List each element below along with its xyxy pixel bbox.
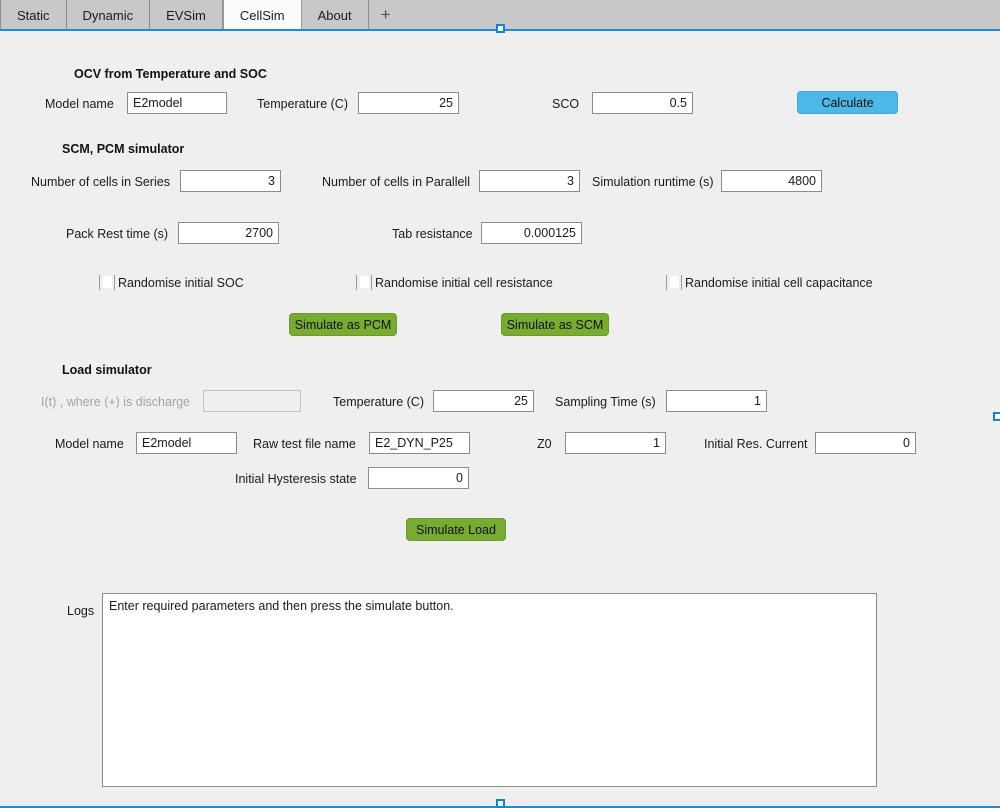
ocv-temperature-label: Temperature (C) xyxy=(257,97,348,111)
cells-series-input[interactable]: 3 xyxy=(180,170,281,192)
randomise-capacitance-checkbox-row[interactable]: Randomise initial cell capacitance xyxy=(666,275,873,290)
logs-textarea[interactable]: Enter required parameters and then press… xyxy=(102,593,877,787)
raw-test-file-label: Raw test file name xyxy=(253,437,356,451)
ocv-section-title: OCV from Temperature and SOC xyxy=(74,67,267,81)
cells-series-label: Number of cells in Series xyxy=(31,175,170,189)
simulate-pcm-button[interactable]: Simulate as PCM xyxy=(289,313,397,336)
simulation-runtime-input[interactable]: 4800 xyxy=(721,170,822,192)
tab-dynamic[interactable]: Dynamic xyxy=(66,0,151,30)
initial-hysteresis-label: Initial Hysteresis state xyxy=(235,472,357,486)
load-temperature-input[interactable]: 25 xyxy=(433,390,534,412)
checkbox-icon[interactable] xyxy=(99,275,115,290)
tab-cellsim[interactable]: CellSim xyxy=(222,0,302,30)
tab-label: EVSim xyxy=(166,7,206,23)
load-current-label: I(t) , where (+) is discharge xyxy=(41,395,191,409)
randomise-resistance-checkbox-row[interactable]: Randomise initial cell resistance xyxy=(356,275,553,290)
tab-evsim[interactable]: EVSim xyxy=(150,0,223,30)
randomise-soc-checkbox-row[interactable]: Randomise initial SOC xyxy=(99,275,244,290)
tab-label: About xyxy=(317,7,352,23)
simulate-pcm-button-label: Simulate as PCM xyxy=(294,317,392,332)
simulate-load-button-label: Simulate Load xyxy=(416,522,496,537)
z0-input[interactable]: 1 xyxy=(565,432,666,454)
resize-handle-bottom[interactable] xyxy=(496,799,505,808)
initial-res-current-label: Initial Res. Current xyxy=(704,437,808,451)
load-model-name-input[interactable]: E2model xyxy=(136,432,237,454)
checkbox-icon[interactable] xyxy=(356,275,372,290)
z0-label: Z0 xyxy=(537,437,552,451)
cells-parallel-label: Number of cells in Parallell xyxy=(322,175,470,189)
plus-icon: + xyxy=(380,5,391,24)
pack-rest-time-input[interactable]: 2700 xyxy=(178,222,279,244)
ocv-sco-input[interactable]: 0.5 xyxy=(592,92,693,114)
sampling-time-label: Sampling Time (s) xyxy=(555,395,656,409)
calculate-button-label: Calculate xyxy=(821,95,874,110)
raw-test-file-input[interactable]: E2_DYN_P25 xyxy=(369,432,470,454)
resize-handle-top[interactable] xyxy=(496,24,505,33)
tab-about[interactable]: About xyxy=(301,0,369,30)
ocv-temperature-input[interactable]: 25 xyxy=(358,92,459,114)
tab-label: Dynamic xyxy=(82,7,134,23)
tab-resistance-label: Tab resistance xyxy=(392,227,473,241)
load-section-title: Load simulator xyxy=(62,363,152,377)
resize-handle-right[interactable] xyxy=(993,412,1000,421)
initial-hysteresis-input[interactable]: 0 xyxy=(368,467,469,489)
tab-label: CellSim xyxy=(239,7,285,23)
randomise-capacitance-label: Randomise initial cell capacitance xyxy=(685,275,873,290)
cells-parallel-input[interactable]: 3 xyxy=(479,170,580,192)
tab-resistance-input[interactable]: 0.000125 xyxy=(481,222,582,244)
ocv-model-name-input[interactable]: E2model xyxy=(127,92,227,114)
cellsim-panel: OCV from Temperature and SOC Model name … xyxy=(0,29,1000,808)
randomise-resistance-label: Randomise initial cell resistance xyxy=(375,275,553,290)
pack-rest-time-label: Pack Rest time (s) xyxy=(66,227,169,241)
load-current-input[interactable] xyxy=(203,390,301,412)
sampling-time-input[interactable]: 1 xyxy=(666,390,767,412)
pack-section-title: SCM, PCM simulator xyxy=(62,142,185,156)
simulate-scm-button[interactable]: Simulate as SCM xyxy=(501,313,609,336)
initial-res-current-input[interactable]: 0 xyxy=(815,432,916,454)
checkbox-icon[interactable] xyxy=(666,275,682,290)
load-temperature-label: Temperature (C) xyxy=(333,395,424,409)
add-tab-button[interactable]: + xyxy=(368,0,403,30)
calculate-button[interactable]: Calculate xyxy=(797,91,898,114)
ocv-model-name-label: Model name xyxy=(45,97,114,111)
ocv-sco-label: SCO xyxy=(552,97,580,111)
tab-label: Static xyxy=(17,7,50,23)
randomise-soc-label: Randomise initial SOC xyxy=(118,275,244,290)
load-model-name-label: Model name xyxy=(55,437,124,451)
simulation-runtime-label: Simulation runtime (s) xyxy=(592,175,714,189)
simulate-scm-button-label: Simulate as SCM xyxy=(506,317,604,332)
tab-static[interactable]: Static xyxy=(0,0,67,30)
simulate-load-button[interactable]: Simulate Load xyxy=(406,518,506,541)
logs-label: Logs xyxy=(67,604,95,618)
